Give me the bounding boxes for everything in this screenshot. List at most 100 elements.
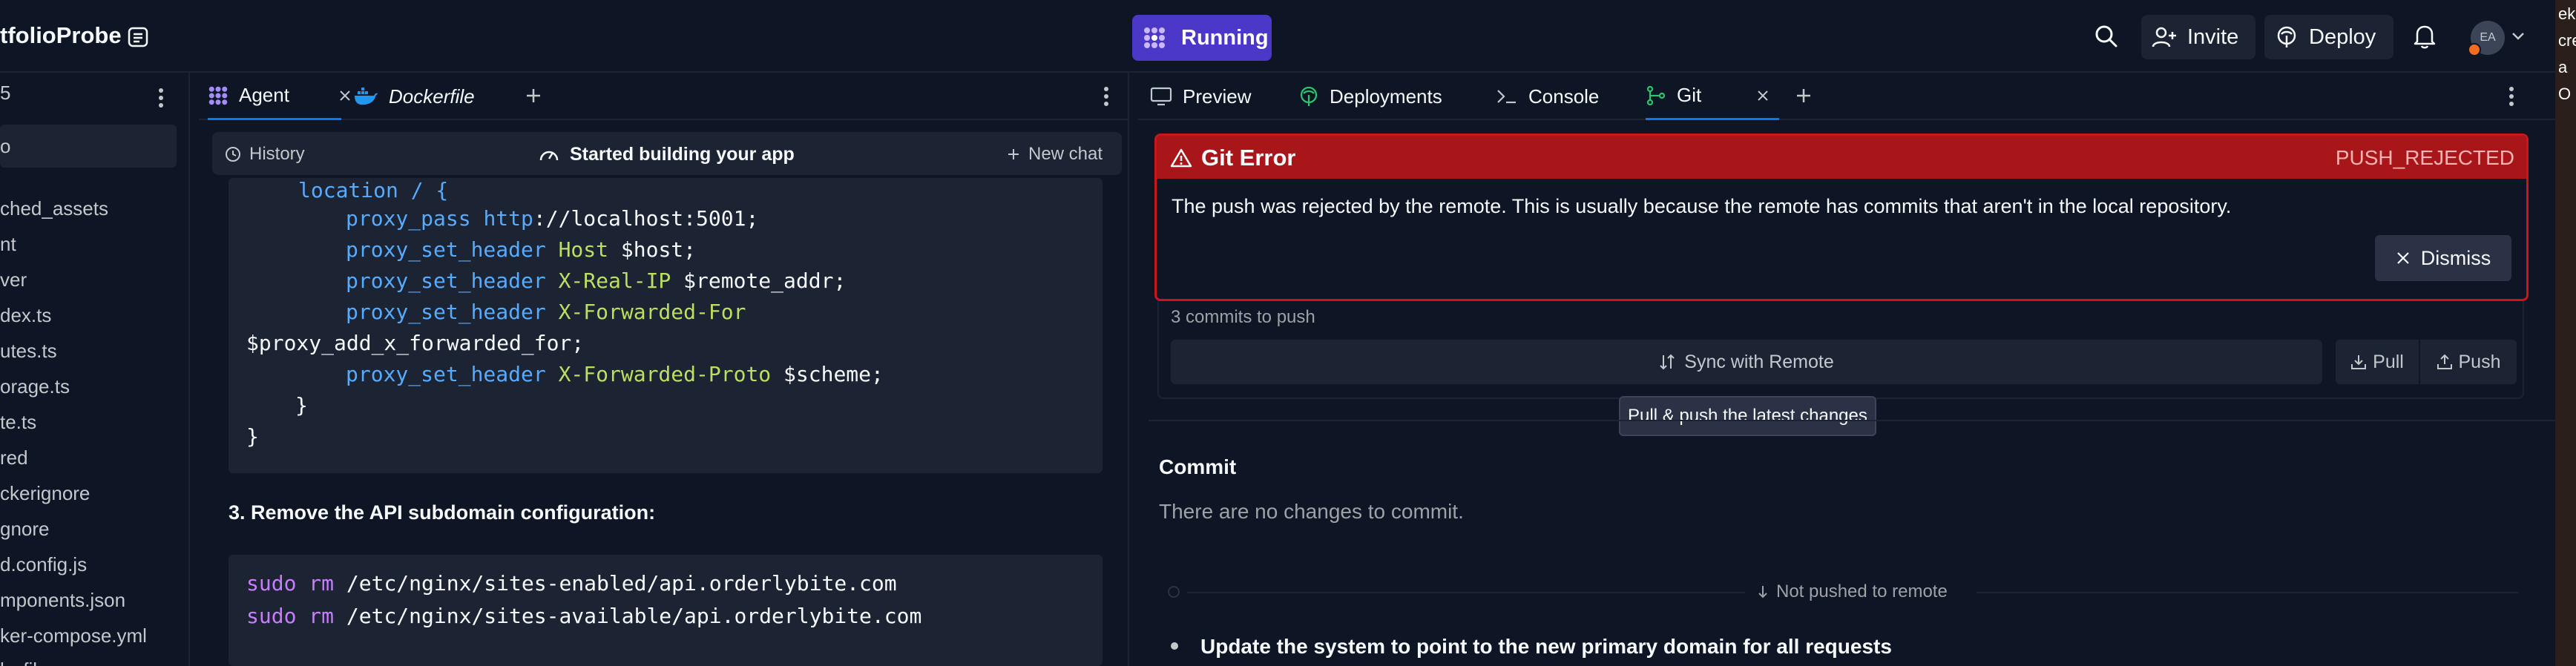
tab-dockerfile-label: Dockerfile [389,85,475,108]
more-options-icon[interactable] [157,88,165,108]
git-error-header: Git Error PUSH_REJECTED [1157,136,2526,179]
file-item[interactable]: ky.fil [0,659,37,666]
file-search-text: o [0,135,11,157]
run-button[interactable]: Running [1132,15,1272,61]
commit-list-item[interactable]: Update the system to point to the new pr… [1200,635,1892,659]
code-block: location / { proxy_pass http://localhost… [229,178,1103,473]
history-button[interactable]: History [224,139,305,169]
code-line: proxy_pass http://localhost:5001; [346,206,759,231]
divider [1149,420,2555,421]
add-tab-icon[interactable] [524,86,543,105]
bell-icon[interactable] [2413,24,2437,49]
close-icon[interactable] [338,89,352,102]
more-options-icon[interactable] [1103,86,1110,107]
run-label: Running [1181,25,1269,50]
add-tab-icon[interactable] [1794,86,1813,105]
tab-git-label: Git [1677,84,1702,106]
code-line: } [295,393,308,418]
step-heading: 3. Remove the API subdomain configuratio… [229,501,656,524]
new-chat-label: New chat [1028,144,1103,164]
pull-button[interactable]: Pull [2336,340,2419,384]
docker-icon [353,87,378,106]
tab-agent-label: Agent [239,84,289,106]
speedometer-icon [539,145,559,163]
pull-label: Pull [2373,351,2404,372]
file-search-input[interactable]: o [0,125,177,168]
chevron-down-icon[interactable] [2511,31,2526,42]
tab-deployments[interactable]: Deployments [1298,73,1442,120]
file-item[interactable]: te.ts [0,411,36,434]
monitor-icon [1150,87,1172,106]
file-item[interactable]: ver [0,268,27,291]
push-label: Push [2458,351,2501,372]
commit-bullet [1171,642,1178,650]
file-item[interactable]: ched_assets [0,197,108,220]
tab-preview-label: Preview [1183,85,1252,108]
code-line: proxy_set_header X-Real-IP $remote_addr; [346,268,847,293]
sync-with-remote-button[interactable]: Sync with Remote [1171,340,2322,384]
dismiss-button[interactable]: Dismiss [2375,235,2511,281]
invite-button[interactable]: Invite [2141,15,2255,59]
file-item[interactable]: orage.ts [0,375,70,398]
commit-heading: Commit [1159,455,1237,478]
file-item[interactable]: ker-compose.yml [0,624,147,647]
tab-agent[interactable]: Agent [208,73,350,120]
code-line: proxy_set_header X-Forwarded-Proto $sche… [346,362,884,386]
strip-text: a [2558,58,2568,76]
app-name[interactable]: tfolioProbe [0,22,122,49]
no-changes-message: There are no changes to commit. [1159,500,1464,523]
avatar-status-badge [2468,43,2481,56]
file-item[interactable]: gnore [0,518,50,541]
sort-arrows-icon [1659,353,1675,371]
code-line: proxy_set_header Host $host; [346,237,697,262]
not-pushed-label: Not pushed to remote [1757,581,1948,602]
file-item[interactable]: ckerignore [0,482,90,505]
invite-label: Invite [2187,24,2239,49]
search-icon[interactable] [2094,24,2119,49]
sync-label: Sync with Remote [1684,351,1834,372]
git-branch-icon [1646,85,1666,106]
file-item[interactable]: mponents.json [0,589,125,612]
chat-title-label: Started building your app [570,143,795,165]
code-line: location / { [298,178,449,202]
file-item[interactable]: utes.ts [0,340,57,363]
strip-text: O [2558,85,2572,103]
deploy-button[interactable]: Deploy [2264,15,2393,59]
upload-icon [2437,354,2453,370]
timeline-dot [1168,586,1180,598]
terminal-icon [1496,88,1518,105]
chat-title[interactable]: Started building your app [539,139,795,169]
commits-to-push-count: 3 commits to push [1171,307,1315,327]
plus-icon [1006,147,1021,162]
git-error-title: Git Error [1170,145,1295,171]
tab-console[interactable]: Console [1496,73,1599,120]
strip-text: cre [2558,31,2576,50]
file-item[interactable]: red [0,446,28,469]
tab-git[interactable]: Git [1646,73,1779,120]
file-item[interactable]: d.config.js [0,553,87,576]
tooltip: Pull & push the latest changes [1619,396,1876,436]
file-item[interactable]: nt [0,233,16,256]
deployments-icon [1298,86,1319,107]
push-button[interactable]: Push [2420,340,2517,384]
close-icon[interactable] [1756,89,1770,102]
deploy-label: Deploy [2309,24,2376,49]
agent-icon [208,85,229,106]
deploy-icon [2275,25,2299,49]
tab-deployments-label: Deployments [1330,85,1442,108]
divider [1977,592,2518,593]
tab-dockerfile[interactable]: Dockerfile [353,73,475,120]
more-options-icon[interactable] [2508,86,2515,107]
git-error-alert: Git Error PUSH_REJECTED The push was rej… [1154,133,2529,301]
git-error-message: The push was rejected by the remote. Thi… [1172,195,2232,217]
code-block: sudo rm /etc/nginx/sites-enabled/api.ord… [229,555,1103,666]
error-code: PUSH_REJECTED [2335,146,2514,169]
panel-resize-handle[interactable] [1128,73,1137,666]
file-item[interactable]: dex.ts [0,304,51,327]
arrow-down-icon [1757,584,1769,599]
code-line: $proxy_add_x_forwarded_for; [246,331,585,355]
app-menu-icon[interactable] [126,25,150,49]
divider [1187,592,1745,593]
tab-preview[interactable]: Preview [1150,73,1251,120]
new-chat-button[interactable]: New chat [1006,139,1103,169]
